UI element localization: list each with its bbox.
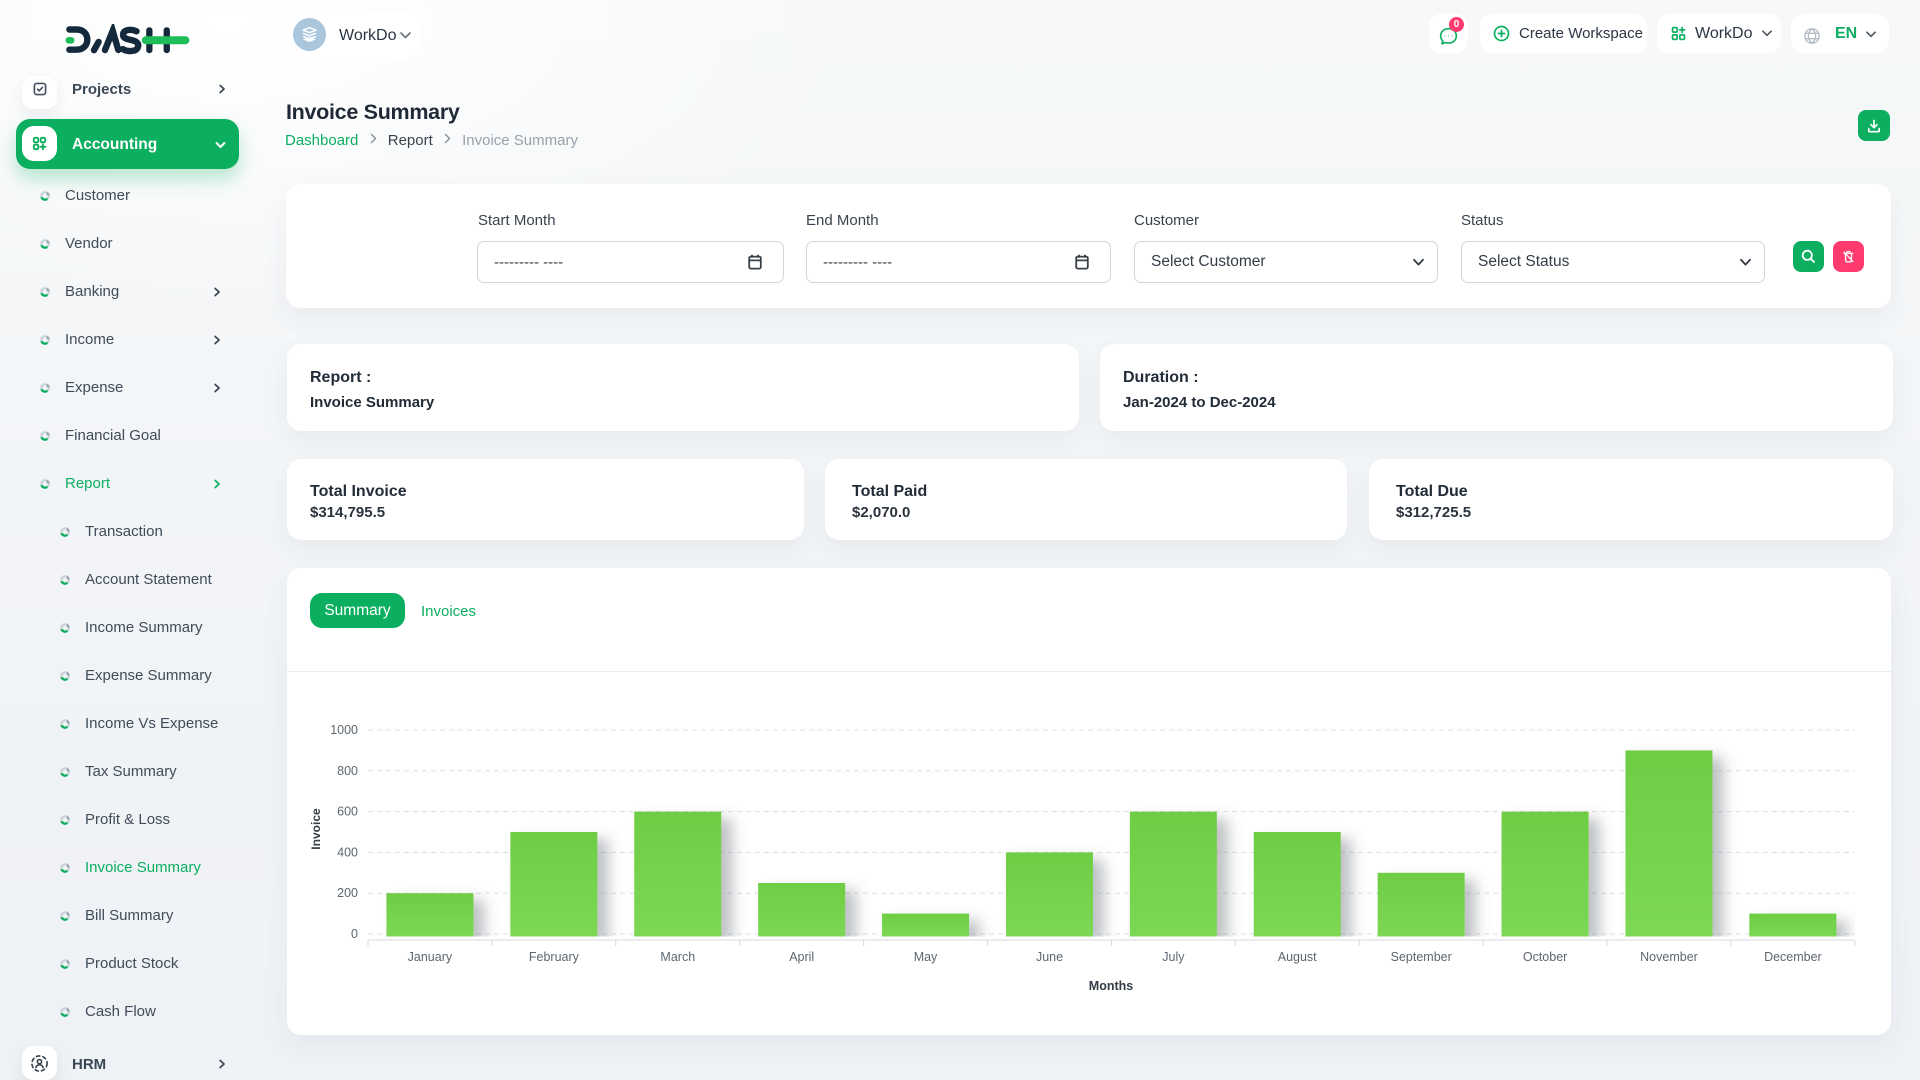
svg-text:800: 800: [337, 764, 358, 778]
svg-text:600: 600: [337, 805, 358, 819]
svg-text:June: June: [1036, 950, 1063, 964]
svg-text:January: January: [408, 950, 453, 964]
svg-text:1000: 1000: [330, 723, 358, 737]
svg-text:August: August: [1278, 950, 1317, 964]
svg-text:March: March: [660, 950, 695, 964]
svg-text:April: April: [789, 950, 814, 964]
svg-text:November: November: [1640, 950, 1698, 964]
svg-text:200: 200: [337, 886, 358, 900]
svg-text:400: 400: [337, 845, 358, 859]
svg-text:October: October: [1523, 950, 1567, 964]
svg-text:Months: Months: [1089, 979, 1133, 993]
svg-text:May: May: [914, 950, 938, 964]
svg-text:February: February: [529, 950, 580, 964]
svg-text:July: July: [1162, 950, 1185, 964]
svg-text:Invoice: Invoice: [309, 808, 323, 850]
svg-text:0: 0: [351, 927, 358, 941]
svg-text:December: December: [1764, 950, 1822, 964]
svg-text:September: September: [1391, 950, 1452, 964]
